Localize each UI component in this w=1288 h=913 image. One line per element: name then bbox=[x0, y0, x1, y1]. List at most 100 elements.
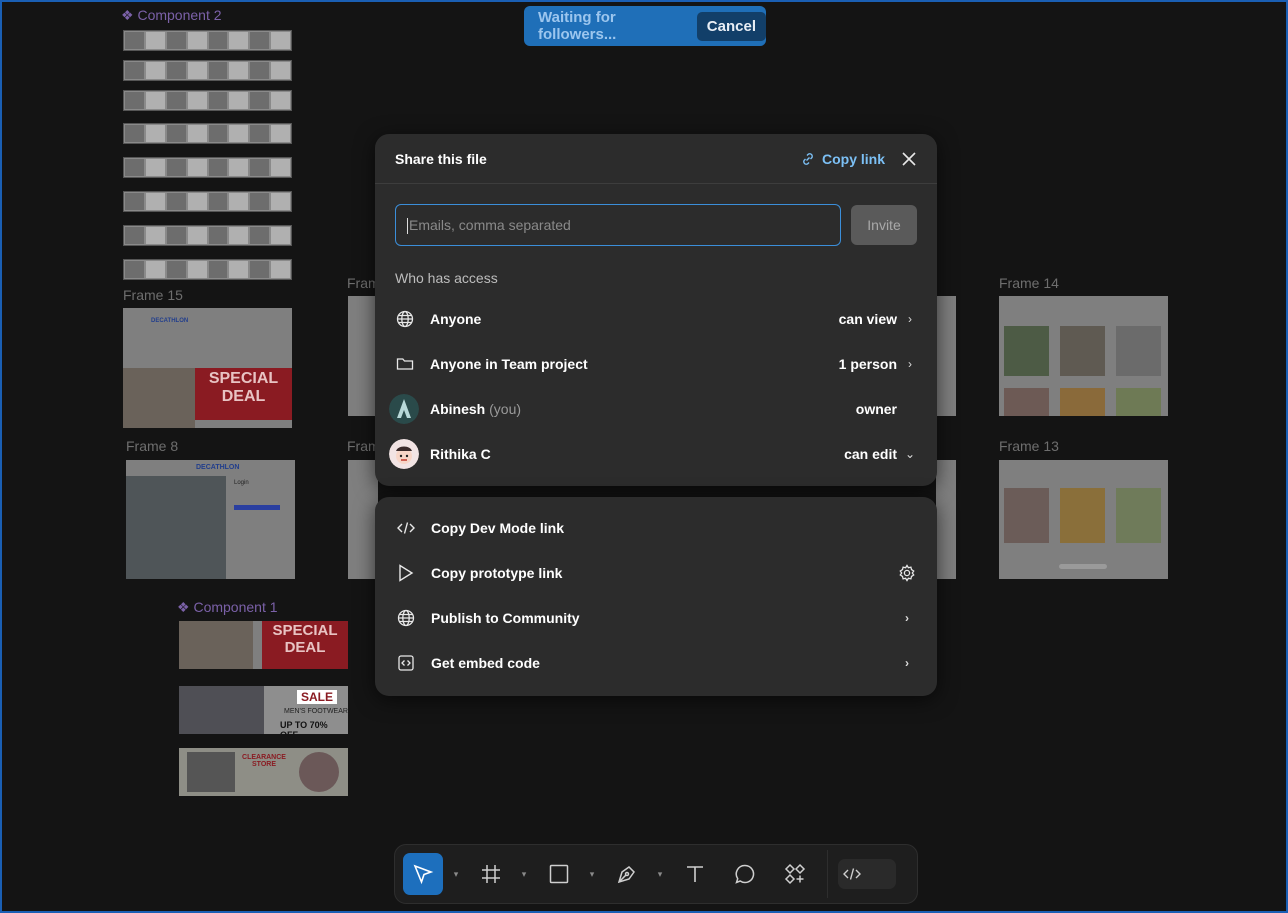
member-count[interactable]: 1 person bbox=[839, 356, 897, 372]
publish-to-community[interactable]: Publish to Community › bbox=[375, 595, 937, 640]
frame13-label[interactable]: Frame 13 bbox=[999, 438, 1059, 454]
component-variant-row[interactable] bbox=[123, 123, 292, 144]
close-button[interactable] bbox=[901, 151, 917, 167]
component-variant-row[interactable] bbox=[123, 90, 292, 111]
waiting-text: Waiting for followers... bbox=[538, 9, 617, 43]
access-row-team[interactable]: Anyone in Team project 1 person › bbox=[375, 341, 937, 386]
brand-logo: DECATHLON bbox=[151, 318, 189, 324]
shape-tool-dropdown[interactable]: ▾ bbox=[579, 853, 599, 895]
discount-text: UP TO 70% OFF bbox=[280, 720, 328, 734]
pen-tool-dropdown[interactable]: ▾ bbox=[647, 853, 667, 895]
dev-mode-toggle[interactable] bbox=[838, 859, 896, 889]
avatar bbox=[389, 438, 419, 469]
product-image bbox=[1004, 326, 1049, 376]
component-variant-row[interactable] bbox=[123, 157, 292, 178]
assets-icon bbox=[784, 863, 806, 885]
banner-sale[interactable]: SALE MEN'S FOOTWEAR UP TO 70% OFF bbox=[179, 686, 348, 734]
get-embed-code[interactable]: Get embed code › bbox=[375, 640, 937, 685]
move-tool-button[interactable] bbox=[403, 853, 443, 895]
copy-link-label: Copy link bbox=[821, 150, 885, 167]
share-dialog: Share this file Copy link Emails, comma … bbox=[375, 134, 937, 486]
access-name: Rithika C bbox=[430, 445, 491, 462]
frame-tool-dropdown[interactable]: ▾ bbox=[511, 853, 531, 895]
chevron-down-icon: ▾ bbox=[589, 868, 595, 879]
you-suffix: (you) bbox=[489, 400, 522, 417]
text-caret bbox=[407, 218, 408, 235]
chevron-down-icon: ▾ bbox=[657, 868, 663, 879]
component-variant-row[interactable] bbox=[123, 191, 292, 212]
email-placeholder: Emails, comma separated bbox=[409, 217, 571, 233]
access-name: Anyone bbox=[430, 310, 482, 327]
folder-icon bbox=[395, 354, 415, 374]
login-heading: Login bbox=[234, 480, 249, 486]
menu-item-label: Copy Dev Mode link bbox=[431, 519, 565, 536]
product-image bbox=[1060, 326, 1105, 376]
permission-dropdown[interactable]: can edit bbox=[844, 446, 897, 462]
actions-tool-button[interactable] bbox=[773, 853, 817, 895]
invite-button[interactable]: Invite bbox=[851, 205, 917, 245]
frame-partial[interactable] bbox=[936, 296, 956, 416]
component1-label[interactable]: ❖ Component 1 bbox=[177, 599, 278, 616]
globe-icon bbox=[395, 608, 417, 628]
chevron-right-icon: › bbox=[908, 356, 912, 371]
frame-partial[interactable] bbox=[348, 296, 378, 416]
product-image bbox=[1116, 326, 1161, 376]
settings-icon[interactable] bbox=[897, 563, 917, 582]
access-row-rithika[interactable]: Rithika C can edit ⌄ bbox=[375, 431, 937, 476]
shape-tool-button[interactable] bbox=[539, 853, 579, 895]
pen-icon bbox=[617, 866, 635, 884]
access-row-anyone[interactable]: Anyone can view › bbox=[375, 296, 937, 341]
cursor-icon bbox=[413, 864, 434, 885]
pen-tool-button[interactable] bbox=[607, 853, 647, 895]
special-deal-banner: SPECIAL DEAL bbox=[195, 368, 292, 420]
email-input[interactable]: Emails, comma separated bbox=[395, 204, 841, 246]
chevron-right-icon: › bbox=[905, 610, 909, 625]
frame-partial[interactable] bbox=[348, 460, 378, 579]
who-has-access-label: Who has access bbox=[395, 270, 498, 286]
login-hero-image bbox=[126, 476, 226, 579]
frame13[interactable] bbox=[999, 460, 1168, 579]
copy-prototype-link[interactable]: Copy prototype link bbox=[375, 550, 937, 595]
dialog-header: Share this file Copy link bbox=[375, 134, 937, 184]
component-variant-row[interactable] bbox=[123, 259, 292, 280]
special-deal-text: SPECIAL DEAL bbox=[262, 621, 348, 669]
shoes-photo bbox=[179, 686, 264, 734]
text-tool-button[interactable] bbox=[673, 853, 717, 895]
component-variant-row[interactable] bbox=[123, 60, 292, 81]
frame8[interactable]: DECATHLON Login bbox=[126, 460, 295, 579]
permission-label: owner bbox=[855, 400, 897, 417]
frame15[interactable]: DECATHLON SPECIAL DEAL bbox=[123, 308, 292, 428]
product-image bbox=[1060, 388, 1105, 416]
code-icon bbox=[843, 868, 861, 880]
globe-icon bbox=[395, 309, 415, 329]
frame14-label[interactable]: Frame 14 bbox=[999, 275, 1059, 291]
permission-dropdown[interactable]: can view bbox=[839, 311, 897, 327]
toolbar-divider bbox=[827, 850, 828, 898]
frame-tool-button[interactable] bbox=[471, 853, 511, 895]
component2-label[interactable]: ❖ Component 2 bbox=[121, 7, 222, 24]
share-options-menu: Copy Dev Mode link Copy prototype link P… bbox=[375, 497, 937, 696]
frame15-label[interactable]: Frame 15 bbox=[123, 287, 183, 303]
frame14[interactable] bbox=[999, 296, 1168, 416]
cancel-button[interactable]: Cancel bbox=[696, 11, 766, 41]
frame-partial[interactable] bbox=[936, 460, 956, 579]
link-icon bbox=[803, 152, 813, 165]
chevron-down-icon: ▾ bbox=[521, 868, 527, 879]
sale-tag: SALE bbox=[297, 690, 338, 704]
banner-clearance[interactable]: CLEARANCE STORE bbox=[179, 748, 348, 796]
banner-special-deal[interactable]: SPECIAL DEAL bbox=[179, 621, 348, 669]
banner-photo bbox=[123, 368, 195, 428]
copy-link-button[interactable]: Copy link bbox=[800, 151, 885, 167]
product-image bbox=[1116, 388, 1161, 416]
comment-tool-button[interactable] bbox=[723, 853, 767, 895]
chevron-down-icon: ⌄ bbox=[904, 446, 916, 461]
component-variant-row[interactable] bbox=[123, 225, 292, 246]
copy-dev-mode-link[interactable]: Copy Dev Mode link bbox=[375, 505, 937, 550]
product-image bbox=[1004, 488, 1049, 543]
frame8-label[interactable]: Frame 8 bbox=[126, 438, 178, 454]
code-icon bbox=[395, 518, 417, 538]
move-tool-dropdown[interactable]: ▾ bbox=[443, 853, 463, 895]
component-variant-row[interactable] bbox=[123, 30, 292, 51]
close-icon bbox=[902, 151, 916, 166]
product-image bbox=[1116, 488, 1161, 543]
